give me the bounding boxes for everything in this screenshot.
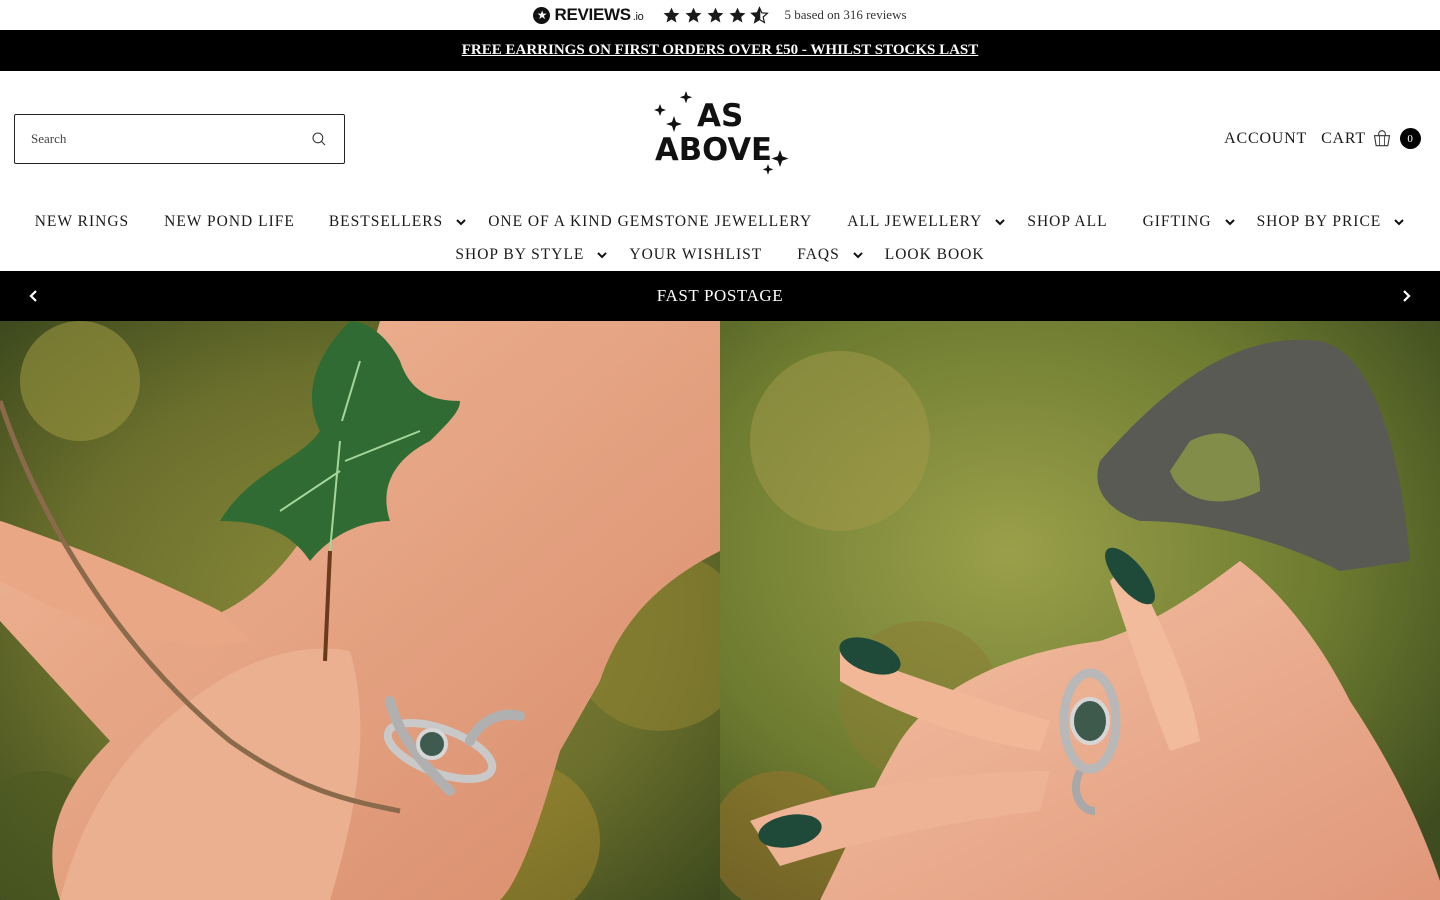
nav-item-gifting[interactable]: GIFTING bbox=[1143, 213, 1236, 231]
reviews-bar[interactable]: ★ REVIEWS .io 5 based on 316 reviews bbox=[0, 0, 1440, 30]
cart-label: CART bbox=[1321, 129, 1366, 147]
chevron-down-icon bbox=[1224, 216, 1236, 228]
nav-item-bestsellers[interactable]: BESTSELLERS bbox=[329, 213, 467, 231]
nav-item-new-pond-life[interactable]: NEW POND LIFE bbox=[164, 213, 295, 231]
star-icon bbox=[707, 7, 723, 23]
hero-image-right[interactable] bbox=[720, 321, 1440, 900]
search-box[interactable] bbox=[14, 114, 345, 164]
site-logo[interactable]: AS ABOVE bbox=[648, 88, 792, 180]
main-nav-row-1: NEW RINGS NEW POND LIFE BESTSELLERS ONE … bbox=[0, 210, 1440, 234]
chevron-left-icon bbox=[29, 290, 37, 302]
nav-item-new-rings[interactable]: NEW RINGS bbox=[35, 213, 129, 231]
shopping-bag-icon bbox=[1372, 129, 1392, 149]
chevron-down-icon bbox=[994, 216, 1006, 228]
account-link[interactable]: ACCOUNT bbox=[1224, 130, 1307, 148]
star-icon bbox=[685, 7, 701, 23]
sparkle-icon bbox=[679, 91, 693, 104]
reviews-io-logo: ★ REVIEWS .io bbox=[533, 5, 644, 25]
sparkle-icon bbox=[771, 150, 789, 167]
search-icon[interactable] bbox=[310, 130, 328, 148]
nav-item-all-jewellery[interactable]: ALL JEWELLERY bbox=[847, 213, 1006, 231]
main-nav-row-2: SHOP BY STYLE YOUR WISHLIST FAQS LOOK BO… bbox=[0, 243, 1440, 267]
nav-item-faqs[interactable]: FAQS bbox=[797, 246, 863, 264]
header-actions: ACCOUNT CART 0 bbox=[1224, 128, 1421, 149]
chevron-down-icon bbox=[596, 249, 608, 261]
announcement-next-button[interactable] bbox=[1396, 286, 1416, 306]
chevron-down-icon bbox=[852, 249, 864, 261]
sparkle-icon bbox=[654, 104, 666, 116]
logo-line-2: ABOVE bbox=[655, 132, 772, 168]
star-half-icon bbox=[749, 5, 769, 24]
chevron-down-icon bbox=[1393, 216, 1405, 228]
reviews-brand-suffix: .io bbox=[632, 11, 644, 23]
logo-line-1: AS bbox=[697, 98, 743, 134]
hero-image-left[interactable] bbox=[0, 321, 720, 900]
nav-item-shop-by-style[interactable]: SHOP BY STYLE bbox=[455, 246, 608, 264]
chevron-right-icon bbox=[1403, 290, 1411, 302]
nav-item-look-book[interactable]: LOOK BOOK bbox=[885, 246, 985, 264]
reviews-star-icon: ★ bbox=[533, 6, 551, 24]
announcement-prev-button[interactable] bbox=[24, 286, 44, 306]
star-icon bbox=[663, 7, 679, 23]
rating-stars bbox=[662, 5, 769, 25]
hero-banner[interactable] bbox=[0, 321, 1440, 900]
announcement-text: FAST POSTAGE bbox=[656, 286, 784, 305]
reviews-brand: REVIEWS bbox=[554, 5, 631, 24]
promo-bar: FREE EARRINGS ON FIRST ORDERS OVER £50 -… bbox=[0, 30, 1440, 71]
nav-item-shop-all[interactable]: SHOP ALL bbox=[1027, 213, 1107, 231]
cart-link[interactable]: CART 0 bbox=[1321, 128, 1421, 149]
search-input[interactable] bbox=[31, 131, 310, 147]
sparkle-icon bbox=[666, 116, 682, 132]
nav-item-one-of-a-kind[interactable]: ONE OF A KIND GEMSTONE JEWELLERY bbox=[488, 213, 812, 231]
reviews-summary: 5 based on 316 reviews bbox=[784, 7, 907, 22]
announcement-slider: FAST POSTAGE bbox=[0, 271, 1440, 321]
chevron-down-icon bbox=[455, 216, 467, 228]
promo-link[interactable]: FREE EARRINGS ON FIRST ORDERS OVER £50 -… bbox=[462, 42, 979, 59]
nav-item-shop-by-price[interactable]: SHOP BY PRICE bbox=[1257, 213, 1406, 231]
nav-item-your-wishlist[interactable]: YOUR WISHLIST bbox=[629, 246, 762, 264]
cart-count-badge: 0 bbox=[1400, 128, 1421, 149]
star-icon bbox=[729, 7, 745, 23]
